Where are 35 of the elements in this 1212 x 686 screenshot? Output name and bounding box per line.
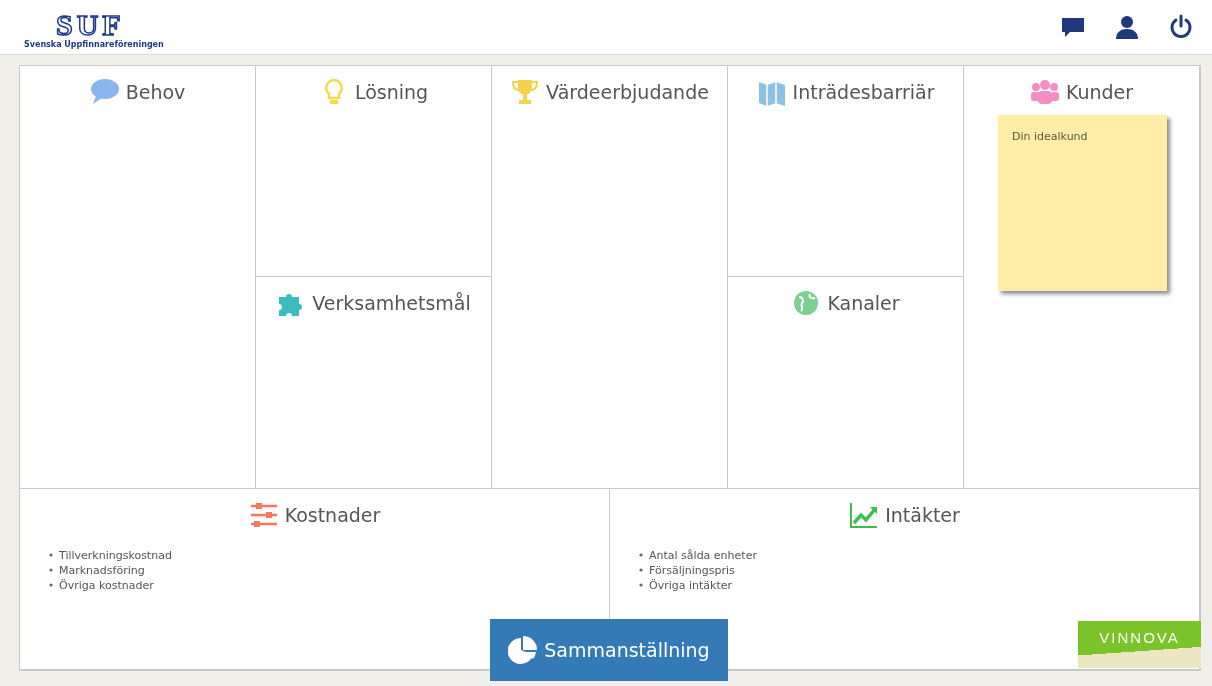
logo-mark: SUF [56, 10, 125, 40]
bullet-item: Marknadsföring [48, 562, 609, 578]
bullet-dot-icon [48, 551, 54, 558]
bullet-item: Övriga kostnader [48, 577, 609, 593]
power-icon[interactable] [1168, 14, 1194, 40]
bullet-dot-icon [638, 581, 644, 588]
summary-button[interactable]: Sammanställning [490, 619, 728, 681]
bullet-dot-icon [638, 566, 644, 573]
block-title: Kostnader [284, 503, 381, 528]
bullet-dot-icon [638, 551, 644, 558]
bullet-dot-icon [48, 581, 54, 588]
block-title: Kanaler [827, 291, 900, 316]
trophy-icon [510, 78, 541, 107]
block-title: Lösning [354, 80, 429, 105]
sliders-icon [248, 501, 279, 530]
bullet-item: Antal sålda enheter [638, 547, 1199, 563]
bullet-item: Försäljningspris [638, 562, 1199, 578]
bullet-item: Tillverkningskostnad [48, 547, 609, 563]
bullet-item: Övriga intäkter [638, 577, 1199, 593]
chart-icon [849, 501, 880, 530]
block-title: Verksamhetsmål [312, 291, 471, 316]
sticky-note[interactable]: Din idealkund [998, 114, 1167, 291]
note-text: Din idealkund [1012, 128, 1089, 145]
vinnova-text: VINNOVA [1098, 628, 1181, 648]
people-icon [1029, 78, 1060, 107]
block-title: Värdeerbjudande [546, 80, 709, 105]
block-title: Behov [125, 80, 186, 105]
speech-bubble-icon [89, 78, 120, 107]
block-title: Intäkter [885, 503, 960, 528]
user-icon[interactable] [1114, 14, 1140, 40]
pie-chart-icon [508, 635, 539, 665]
block-title: Kunder [1065, 80, 1134, 105]
block-title: Inträdesbarriär [792, 80, 935, 105]
bullet-dot-icon [48, 566, 54, 573]
logo-subtitle: Svenska Uppfinnareföreningen [24, 40, 164, 50]
